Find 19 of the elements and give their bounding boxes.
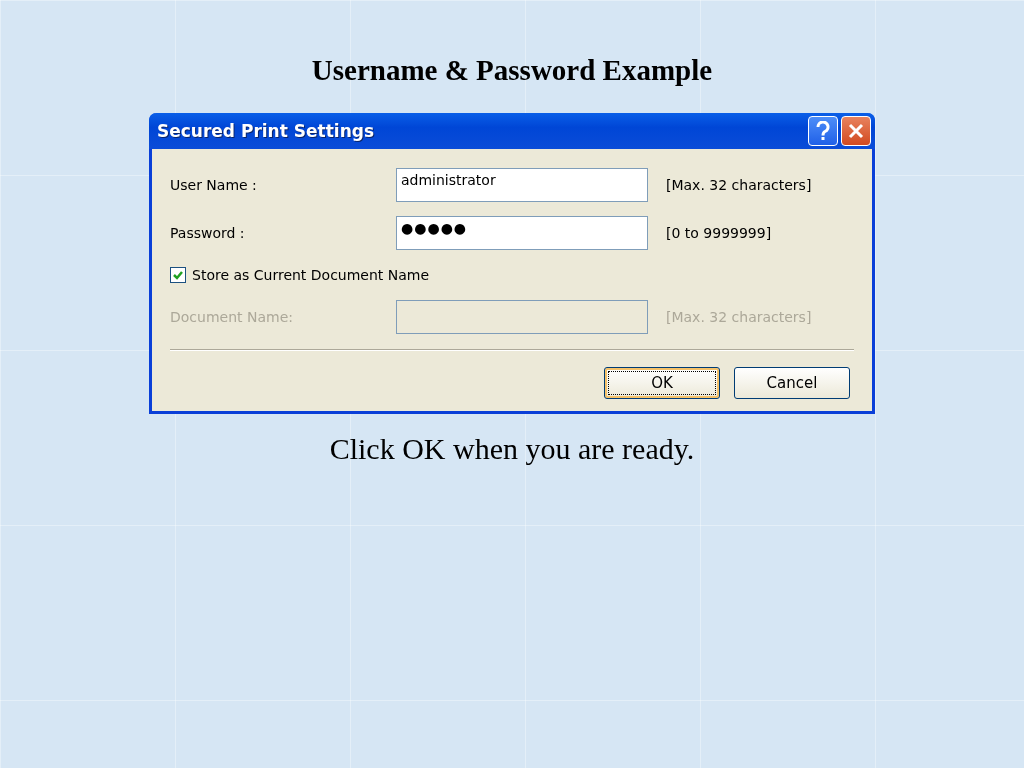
close-icon	[848, 123, 864, 139]
checkbox[interactable]	[170, 267, 186, 283]
field-hint: [Max. 32 characters]	[666, 309, 813, 325]
window-title: Secured Print Settings	[157, 121, 375, 141]
help-button[interactable]	[808, 116, 838, 146]
field-hint: [Max. 32 characters]	[666, 177, 813, 193]
slide-caption: Click OK when you are ready.	[329, 432, 695, 466]
ok-button[interactable]: OK	[604, 367, 720, 399]
slide-title: Username & Password Example	[311, 54, 713, 87]
checkbox-label[interactable]: Store as Current Document Name	[192, 267, 430, 283]
field-label: Password :	[170, 225, 246, 241]
input-field[interactable]: ●●●●●	[396, 216, 648, 250]
input-field[interactable]: administrator	[396, 168, 648, 202]
field-hint: [0 to 9999999]	[666, 225, 773, 241]
question-mark-icon	[814, 121, 832, 141]
close-button[interactable]	[841, 116, 871, 146]
cancel-button[interactable]: Cancel	[734, 367, 850, 399]
field-label: Document Name:	[170, 309, 294, 325]
field-label: User Name :	[170, 177, 258, 193]
